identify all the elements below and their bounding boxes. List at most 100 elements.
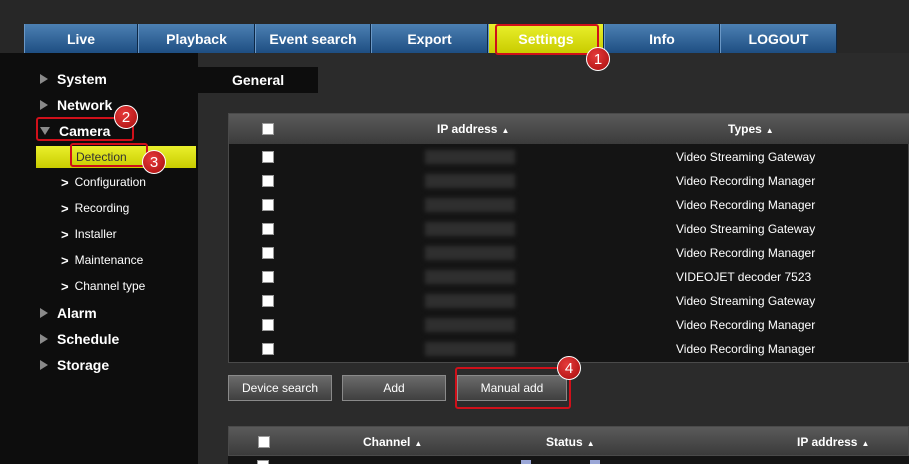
status-icon [521, 460, 531, 464]
expand-arrow-icon [40, 100, 48, 110]
table-row[interactable]: Video Streaming Gateway [229, 289, 909, 313]
ip-address-redacted [425, 342, 515, 356]
sidebar-subitem-channel-type[interactable]: > Channel type [61, 275, 145, 297]
sidebar-subitem-installer[interactable]: > Installer [61, 223, 117, 245]
sidebar-item-label: Storage [57, 357, 110, 373]
annotation-highlight-detection [70, 143, 148, 167]
table-row[interactable]: VIDEOJET decoder 7523 [229, 265, 909, 289]
row-checkbox[interactable] [262, 199, 274, 211]
column-header-label: IP address [797, 435, 858, 449]
sort-ascending-icon: ▲ [861, 439, 870, 448]
add-button[interactable]: Add [342, 375, 446, 401]
chevron-right-icon: > [61, 200, 69, 216]
ip-address-redacted [425, 222, 515, 236]
sidebar-item-label: System [57, 71, 107, 87]
sidebar-subitem-maintenance[interactable]: > Maintenance [61, 249, 143, 271]
device-type-cell: Video Streaming Gateway [676, 150, 816, 164]
table-row[interactable]: Video Recording Manager [229, 313, 909, 337]
channel-table-body [228, 456, 909, 464]
main-nav: Live Playback Event search Export Settin… [24, 24, 837, 53]
device-table-header: IP address ▲ Types ▲ [229, 114, 909, 144]
sort-ascending-icon: ▲ [414, 439, 423, 448]
sidebar-subitem-label: Channel type [74, 279, 146, 293]
table-row[interactable]: Video Recording Manager [229, 193, 909, 217]
sidebar-item-alarm[interactable]: Alarm [40, 302, 97, 324]
row-checkbox[interactable] [262, 343, 274, 355]
column-header-ip-address[interactable]: IP address ▲ [437, 122, 509, 136]
device-type-cell: Video Streaming Gateway [676, 222, 816, 236]
row-checkbox[interactable] [262, 247, 274, 259]
nav-export[interactable]: Export [371, 24, 488, 53]
column-header-ip-address[interactable]: IP address ▲ [797, 435, 869, 449]
expand-arrow-icon [40, 360, 48, 370]
row-checkbox[interactable] [262, 295, 274, 307]
sidebar-subitem-label: Installer [74, 227, 117, 241]
device-type-cell: Video Streaming Gateway [676, 294, 816, 308]
chevron-right-icon: > [61, 226, 69, 242]
device-type-cell: Video Recording Manager [676, 318, 816, 332]
ip-address-redacted [425, 318, 515, 332]
device-type-cell: VIDEOJET decoder 7523 [676, 270, 812, 284]
sidebar: System Network Camera Detection > Config… [0, 53, 198, 464]
ip-address-redacted [425, 270, 515, 284]
expand-arrow-icon [40, 74, 48, 84]
row-checkbox[interactable] [257, 460, 269, 464]
select-all-checkbox[interactable] [262, 123, 274, 135]
sidebar-item-storage[interactable]: Storage [40, 354, 109, 376]
nav-live[interactable]: Live [24, 24, 138, 53]
chevron-right-icon: > [61, 174, 69, 190]
row-checkbox[interactable] [262, 271, 274, 283]
ip-address-redacted [425, 174, 515, 188]
expand-arrow-icon [40, 308, 48, 318]
annotation-badge-1: 1 [586, 47, 610, 71]
table-row[interactable]: Video Streaming Gateway [229, 145, 909, 169]
column-header-label: Channel [363, 435, 411, 449]
sidebar-item-label: Alarm [57, 305, 97, 321]
sidebar-subitem-label: Maintenance [74, 253, 144, 267]
sidebar-subitem-label: Recording [74, 201, 130, 215]
row-checkbox[interactable] [262, 151, 274, 163]
device-search-button[interactable]: Device search [228, 375, 332, 401]
ip-address-redacted [425, 198, 515, 212]
sort-ascending-icon: ▲ [586, 439, 595, 448]
sidebar-item-label: Schedule [57, 331, 120, 347]
annotation-badge-4: 4 [557, 356, 581, 380]
sidebar-item-network[interactable]: Network [40, 94, 112, 116]
column-header-types[interactable]: Types ▲ [728, 122, 774, 136]
select-all-channels-checkbox[interactable] [258, 436, 270, 448]
sidebar-item-system[interactable]: System [40, 68, 107, 90]
device-type-cell: Video Recording Manager [676, 246, 816, 260]
chevron-right-icon: > [61, 252, 69, 268]
table-row[interactable]: Video Streaming Gateway [229, 217, 909, 241]
nav-info[interactable]: Info [604, 24, 720, 53]
row-checkbox[interactable] [262, 175, 274, 187]
column-header-label: Types [728, 122, 762, 136]
sidebar-subitem-label: Configuration [74, 175, 146, 189]
column-header-channel[interactable]: Channel ▲ [363, 435, 422, 449]
table-row[interactable]: Video Recording Manager [229, 169, 909, 193]
sort-ascending-icon: ▲ [501, 126, 510, 135]
sidebar-item-label: Network [57, 97, 113, 113]
app-root: Live Playback Event search Export Settin… [0, 0, 909, 464]
annotation-badge-2: 2 [114, 105, 138, 129]
top-navigation-bar: Live Playback Event search Export Settin… [0, 0, 909, 53]
annotation-highlight-manual-add [455, 367, 571, 409]
tab-general[interactable]: General [198, 67, 318, 93]
row-checkbox[interactable] [262, 223, 274, 235]
row-checkbox[interactable] [262, 319, 274, 331]
nav-playback[interactable]: Playback [138, 24, 255, 53]
nav-event-search[interactable]: Event search [255, 24, 371, 53]
nav-logout[interactable]: LOGOUT [720, 24, 837, 53]
device-table: IP address ▲ Types ▲ Video Streaming Gatew… [228, 113, 909, 363]
sort-ascending-icon: ▲ [765, 126, 774, 135]
ip-address-redacted [425, 150, 515, 164]
sidebar-item-schedule[interactable]: Schedule [40, 328, 119, 350]
sidebar-subitem-configuration[interactable]: > Configuration [61, 171, 146, 193]
sidebar-subitem-recording[interactable]: > Recording [61, 197, 129, 219]
table-row[interactable]: Video Recording Manager [229, 241, 909, 265]
device-type-cell: Video Recording Manager [676, 198, 816, 212]
column-header-label: Status [546, 435, 583, 449]
annotation-highlight-settings [495, 24, 599, 55]
annotation-badge-3: 3 [142, 150, 166, 174]
column-header-status[interactable]: Status ▲ [546, 435, 595, 449]
